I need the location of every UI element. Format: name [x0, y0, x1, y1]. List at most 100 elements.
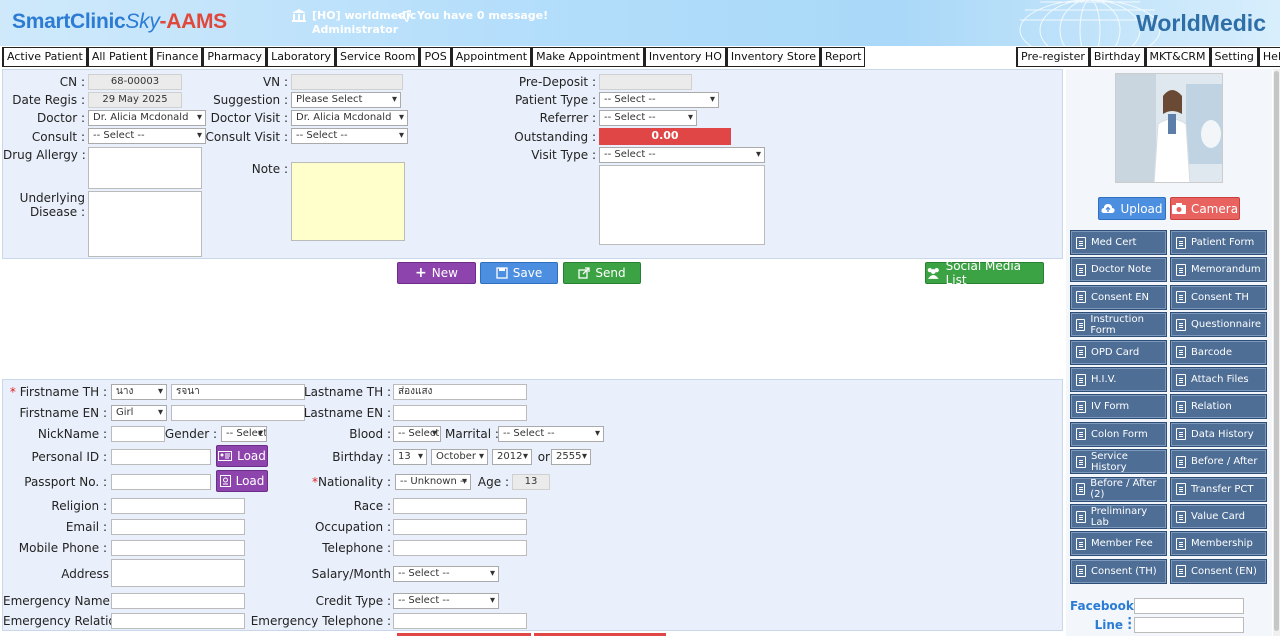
credit-type-select[interactable]: -- Select -- — [393, 593, 499, 609]
marrital-select[interactable]: -- Select -- — [498, 426, 604, 442]
birthday-month-select[interactable]: October — [431, 449, 488, 465]
race-input[interactable] — [393, 498, 527, 514]
before-after-2-button[interactable]: Before / After (2) — [1070, 476, 1167, 502]
menu-item-report[interactable]: Report — [819, 47, 866, 67]
h-i-v-button[interactable]: H.I.V. — [1070, 367, 1167, 392]
memorandum-button[interactable]: Memorandum — [1170, 257, 1267, 283]
title-en-select[interactable]: Girl — [111, 405, 167, 421]
consent-en-label: Consent (EN) — [1191, 565, 1257, 577]
consent-en-button[interactable]: Consent (EN) — [1170, 558, 1267, 584]
line-input[interactable] — [1134, 617, 1244, 633]
menu-item-all-patient[interactable]: All Patient — [86, 47, 152, 67]
birthday-day-select[interactable]: 13 — [393, 449, 427, 465]
opd-card-button[interactable]: OPD Card — [1070, 339, 1167, 365]
gender-select[interactable]: -- Select -- — [221, 426, 267, 442]
emergency-telephone-input[interactable] — [393, 613, 527, 629]
consult-visit-select[interactable]: -- Select -- — [291, 128, 408, 144]
birthday-year-th-select[interactable]: 2555 — [551, 449, 591, 465]
menu-item-help[interactable]: Help — [1257, 47, 1280, 67]
menu-item-pharmacy[interactable]: Pharmacy — [202, 47, 267, 67]
menu-item-service-room[interactable]: Service Room — [334, 47, 420, 67]
service-history-button[interactable]: Service History — [1070, 449, 1167, 475]
value-card-button[interactable]: Value Card — [1170, 504, 1267, 529]
menu-item-setting[interactable]: Setting — [1209, 47, 1258, 67]
social-media-list-button[interactable]: Social Media List — [925, 259, 1044, 287]
menu-item-finance[interactable]: Finance — [151, 47, 203, 67]
title-th-select[interactable]: นาง — [111, 384, 167, 400]
doctor-visit-select[interactable]: Dr. Alicia Mcdonald — [291, 110, 408, 126]
underlying-disease-textarea[interactable] — [88, 191, 202, 257]
scrollbar[interactable] — [1273, 69, 1280, 636]
consent-en-button[interactable]: Consent EN — [1070, 284, 1167, 310]
nickname-input[interactable] — [111, 426, 165, 442]
membership-button[interactable]: Membership — [1170, 531, 1267, 557]
suggestion-select[interactable]: Please Select — [291, 92, 401, 108]
telephone-input[interactable] — [393, 540, 527, 556]
app-logo[interactable]: SmartClinicSky-AAMS — [12, 10, 227, 34]
patient-type-select[interactable]: -- Select -- — [599, 92, 719, 108]
visit-type-select[interactable]: -- Select -- — [599, 147, 765, 163]
drug-allergy-textarea[interactable] — [88, 147, 202, 189]
relation-button[interactable]: Relation — [1170, 394, 1267, 420]
transfer-pct-button[interactable]: Transfer PCT — [1170, 476, 1267, 502]
doctor-note-button[interactable]: Doctor Note — [1070, 257, 1167, 283]
send-button[interactable]: Send — [563, 262, 641, 284]
document-icon — [1176, 346, 1186, 359]
med-cert-button[interactable]: Med Cert — [1070, 230, 1167, 255]
visit-type-textarea[interactable] — [599, 165, 765, 245]
emergency-relation-input[interactable] — [111, 613, 245, 629]
instruction-form-button[interactable]: Instruction Form — [1070, 312, 1167, 338]
colon-form-button[interactable]: Colon Form — [1070, 421, 1167, 447]
load-id-card-button[interactable]: Load — [216, 445, 268, 467]
load-passport-button[interactable]: Load — [216, 470, 268, 492]
before-after-button[interactable]: Before / After — [1170, 449, 1267, 475]
preliminary-lab-button[interactable]: Preliminary Lab — [1070, 504, 1167, 529]
menu-item-birthday[interactable]: Birthday — [1088, 47, 1145, 67]
religion-input[interactable] — [111, 498, 245, 514]
address-textarea[interactable] — [111, 559, 245, 587]
menu-item-active-patient[interactable]: Active Patient — [2, 47, 87, 67]
menu-item-inventory-store[interactable]: Inventory Store — [725, 47, 820, 67]
mobile-phone-input[interactable] — [111, 540, 245, 556]
occupation-input[interactable] — [393, 519, 527, 535]
document-icon — [1176, 318, 1186, 331]
lastname-th-input[interactable]: ส่องแสง — [393, 384, 527, 400]
menu-item-laboratory[interactable]: Laboratory — [266, 47, 335, 67]
upload-button[interactable]: Upload — [1098, 197, 1166, 220]
menu-item-appointment[interactable]: Appointment — [450, 47, 532, 67]
data-history-button[interactable]: Data History — [1170, 421, 1267, 447]
birthday-year-select[interactable]: 2012 — [492, 449, 532, 465]
patient-form-button[interactable]: Patient Form — [1170, 230, 1267, 255]
menu-item-inventory-ho[interactable]: Inventory HO — [643, 47, 726, 67]
scrollbar-thumb[interactable] — [1274, 71, 1279, 631]
blood-select[interactable]: -- Select -- — [393, 426, 441, 442]
passport-input[interactable] — [111, 474, 211, 490]
doctor-select[interactable]: Dr. Alicia Mcdonald — [88, 110, 206, 126]
new-button[interactable]: + New — [397, 262, 476, 284]
barcode-button[interactable]: Barcode — [1170, 339, 1267, 365]
member-fee-button[interactable]: Member Fee — [1070, 531, 1167, 557]
menu-item-mkt-crm[interactable]: MKT&CRM — [1144, 47, 1210, 67]
nationality-select[interactable]: -- Unknown -- — [395, 474, 471, 490]
email-input[interactable] — [111, 519, 245, 535]
consult-select[interactable]: -- Select -- — [88, 128, 206, 144]
referrer-select[interactable]: -- Select -- — [599, 110, 697, 126]
message-indicator[interactable]: You have 0 message! — [398, 9, 548, 22]
attach-files-button[interactable]: Attach Files — [1170, 367, 1267, 392]
menu-item-pos[interactable]: POS — [419, 47, 451, 67]
consent-th-button[interactable]: Consent TH — [1170, 284, 1267, 310]
facebook-input[interactable] — [1134, 598, 1244, 614]
save-button[interactable]: Save — [480, 262, 558, 284]
camera-button[interactable]: Camera — [1170, 197, 1240, 220]
pre-deposit-label: Pre-Deposit : — [518, 75, 596, 89]
salary-select[interactable]: -- Select -- — [393, 566, 499, 582]
personal-id-input[interactable] — [111, 449, 211, 465]
questionnaire-button[interactable]: Questionnaire — [1170, 312, 1267, 338]
emergency-name-input[interactable] — [111, 593, 245, 609]
consent-th-button[interactable]: Consent (TH) — [1070, 558, 1167, 584]
lastname-en-input[interactable] — [393, 405, 527, 421]
menu-item-make-appointment[interactable]: Make Appointment — [531, 47, 644, 67]
note-textarea[interactable] — [291, 162, 405, 241]
menu-item-pre-register[interactable]: Pre-register — [1016, 47, 1089, 67]
iv-form-button[interactable]: IV Form — [1070, 394, 1167, 420]
